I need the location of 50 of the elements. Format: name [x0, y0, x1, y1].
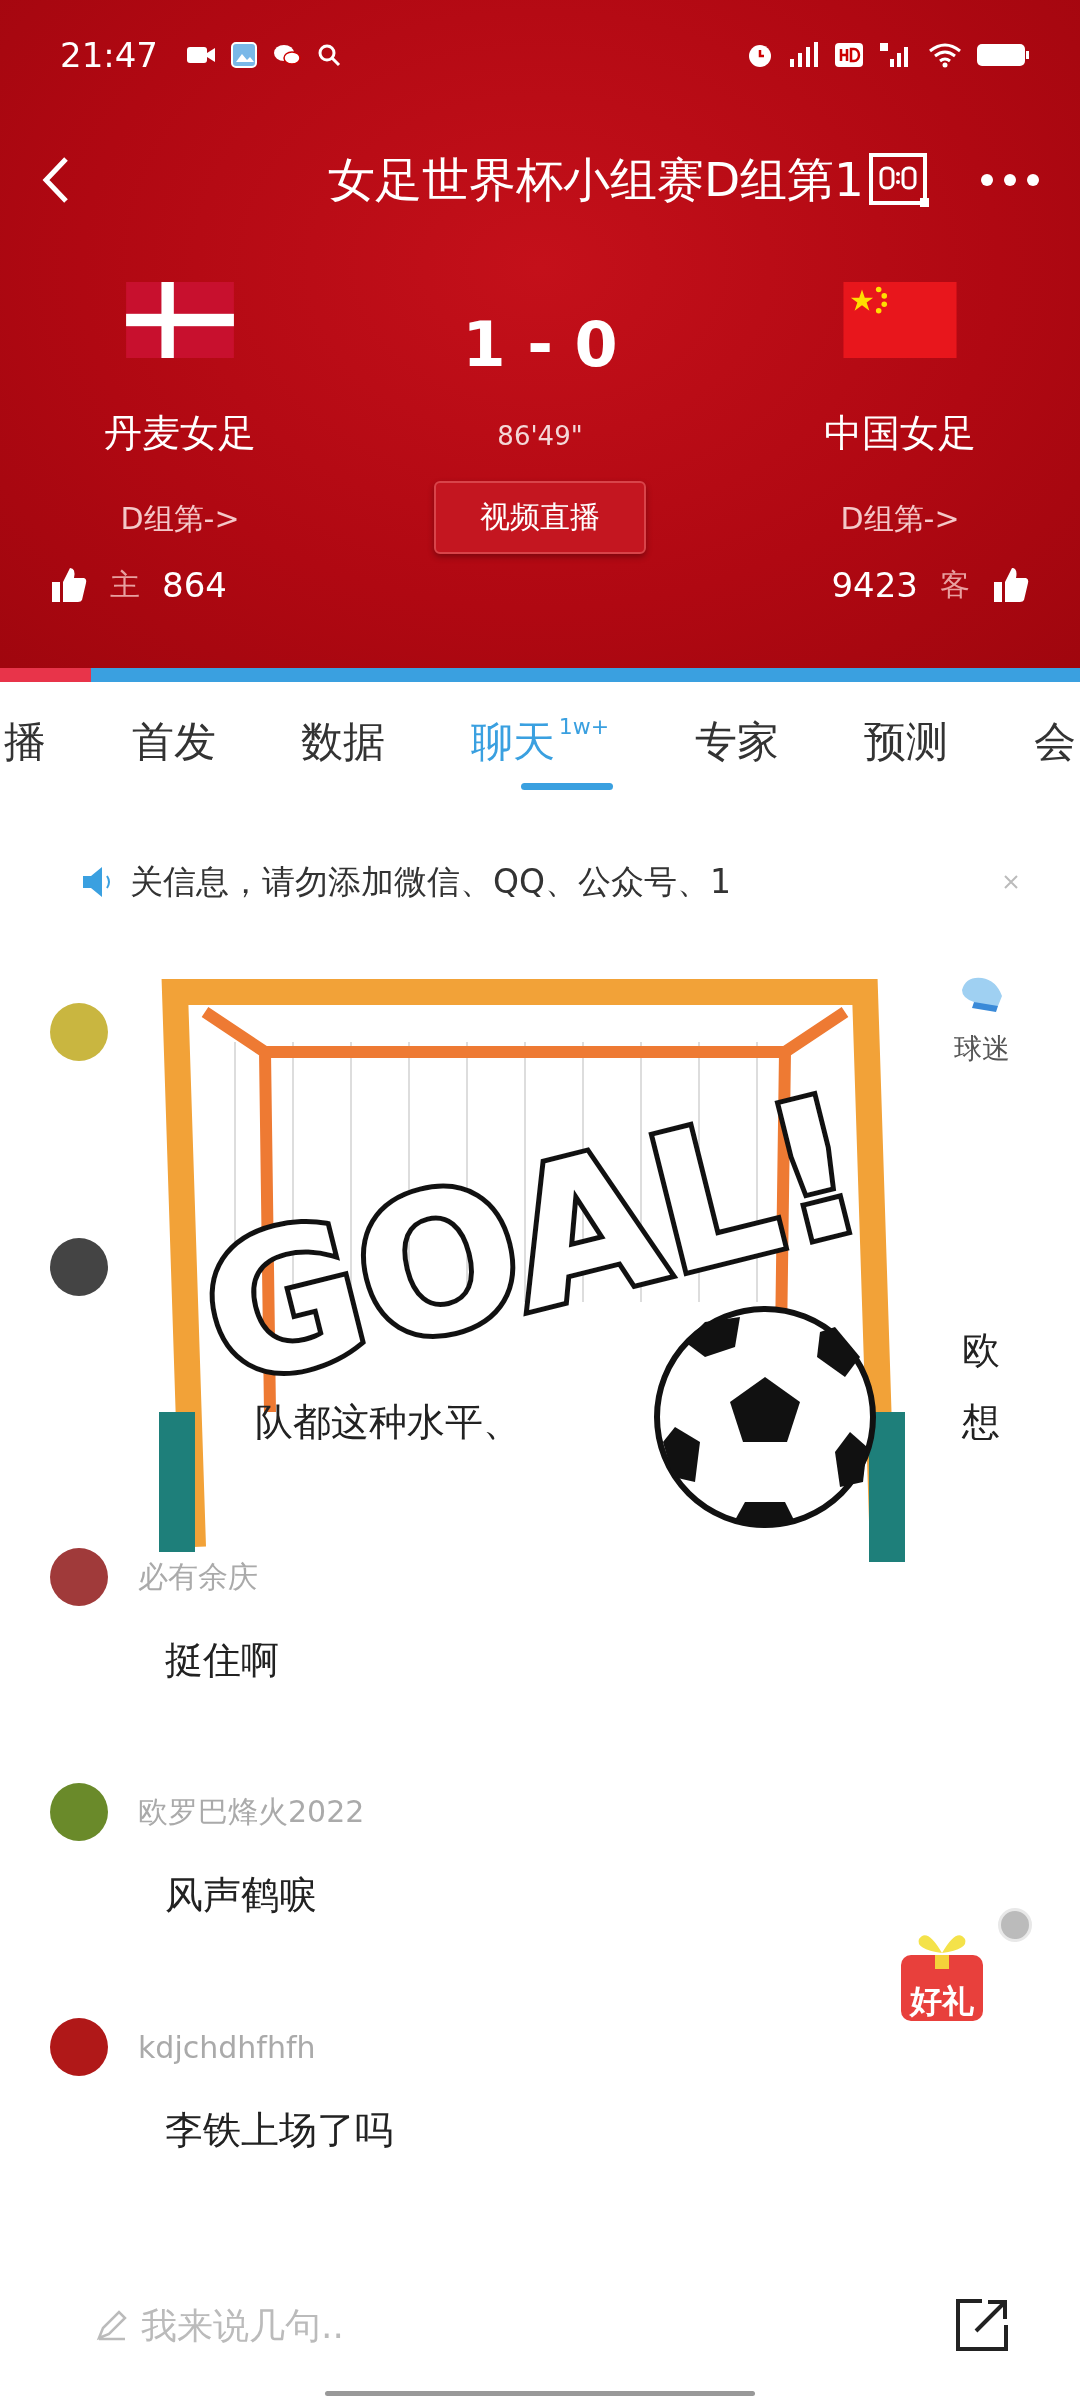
- team-name: 中国女足: [824, 410, 976, 457]
- image-icon: [230, 41, 258, 69]
- comment-text: 李铁上场了吗: [165, 2106, 393, 2154]
- signal-icon: [788, 41, 820, 69]
- search-icon: [316, 42, 342, 68]
- comment-text: 想: [962, 1398, 1000, 1446]
- match-clock: 86'49": [497, 421, 583, 451]
- status-time: 21:47: [60, 35, 158, 75]
- match-score: 1 - 0: [462, 308, 618, 381]
- group-link[interactable]: D组第->: [840, 499, 960, 540]
- pencil-icon: [95, 2308, 129, 2342]
- comment-input-field[interactable]: 我来说几句..: [139, 2303, 954, 2347]
- fan-badge-label: 球迷: [954, 1031, 1010, 1067]
- home-side-label: 主: [110, 565, 140, 604]
- tab[interactable]: 首发: [131, 694, 216, 790]
- tab[interactable]: 专家: [694, 694, 779, 790]
- comment-text: 挺住啊: [165, 1636, 279, 1684]
- scoreboard-icon[interactable]: [868, 152, 930, 208]
- team-name: 丹麦女足: [104, 410, 256, 457]
- live-video-button[interactable]: 视频直播: [434, 481, 646, 554]
- like-count: 864: [162, 565, 227, 605]
- battery-icon: [976, 42, 1030, 68]
- more-button[interactable]: [980, 173, 1040, 187]
- thumbs-up-icon[interactable]: [50, 566, 88, 604]
- like-count: 9423: [831, 565, 918, 605]
- chat-bubbles-icon: [272, 42, 302, 68]
- user-avatar[interactable]: [50, 1238, 108, 1296]
- comment-text: 队都这种水平、: [255, 1398, 521, 1446]
- user-name: 欧罗巴烽火2022: [138, 1792, 365, 1831]
- match-title: 女足世界杯小组赛D组第1: [326, 150, 865, 209]
- away-side-label: 客: [940, 565, 970, 604]
- share-icon[interactable]: [954, 2297, 1010, 2353]
- thumbs-up-icon[interactable]: [992, 566, 1030, 604]
- tab[interactable]: 数据: [301, 694, 386, 790]
- tab[interactable]: 预测: [864, 694, 949, 790]
- gift-button[interactable]: 好礼: [892, 1925, 992, 2035]
- tab[interactable]: 会: [1034, 694, 1076, 790]
- wifi-icon: [928, 42, 962, 68]
- user-name: 必有余庆: [138, 1557, 258, 1596]
- notice-text: 关信息，请勿添加微信、QQ、公众号、1: [130, 860, 732, 903]
- user-avatar[interactable]: [50, 2018, 108, 2076]
- video-camera-icon: [186, 44, 216, 66]
- tab[interactable]: 播: [4, 694, 46, 790]
- back-button[interactable]: [40, 155, 70, 205]
- user-name: kdjchdhfhfh: [138, 2029, 316, 2065]
- group-link[interactable]: D组第->: [120, 499, 240, 540]
- comment-text: 欧: [962, 1326, 1000, 1374]
- user-avatar[interactable]: [50, 1548, 108, 1606]
- hd-icon: [834, 41, 864, 69]
- comment-text: 风声鹤唳: [165, 1871, 317, 1919]
